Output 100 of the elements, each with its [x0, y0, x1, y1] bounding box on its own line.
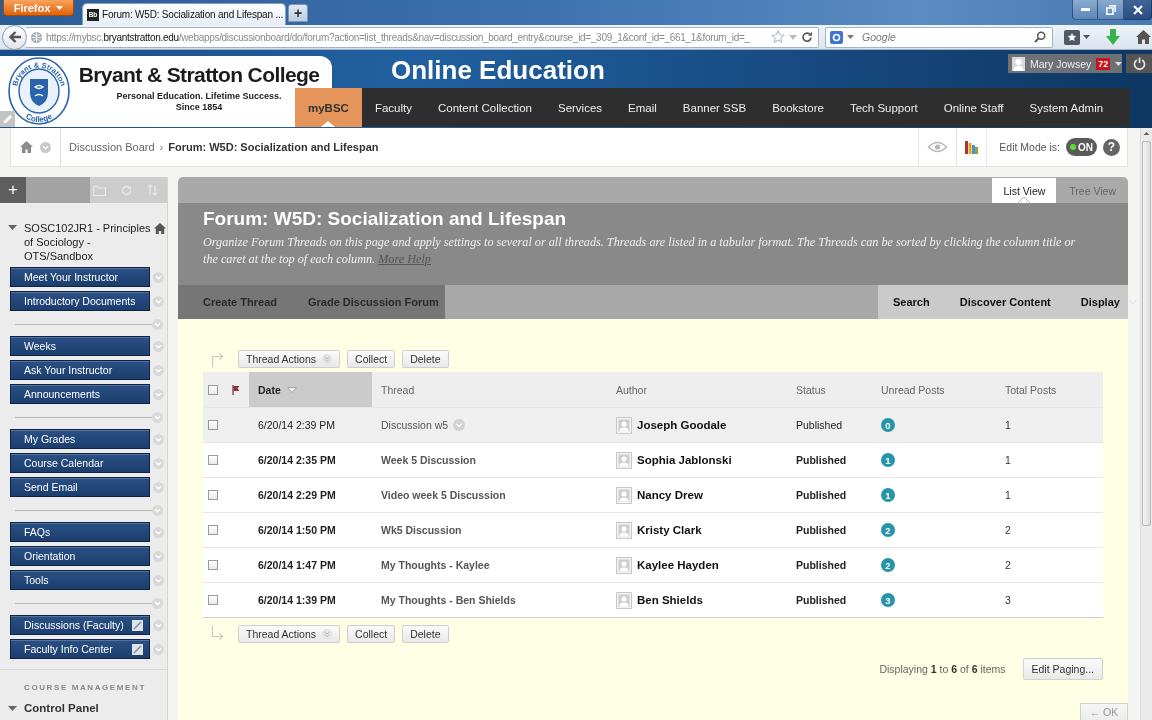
table-action-button[interactable]: Thread Actions — [238, 350, 341, 368]
unread-count[interactable]: 2 — [881, 523, 895, 537]
chevron-icon[interactable] — [40, 141, 51, 153]
reload-icon[interactable] — [801, 31, 813, 43]
course-menu-link[interactable]: Introductory Documents — [10, 291, 150, 311]
unread-count[interactable]: 1 — [881, 453, 895, 467]
caret-icon[interactable] — [8, 223, 17, 232]
row-checkbox[interactable] — [208, 525, 218, 535]
menu-tab[interactable]: Bookstore — [759, 88, 837, 127]
row-checkbox[interactable] — [208, 420, 218, 430]
new-tab-button[interactable]: + — [288, 4, 308, 22]
bookmarks-icon[interactable] — [1064, 29, 1080, 45]
chevron-icon[interactable] — [153, 340, 164, 352]
sort-icon[interactable] — [147, 184, 158, 196]
tool-link[interactable]: Search — [893, 296, 930, 308]
course-menu-link[interactable]: Orientation — [10, 546, 150, 566]
thread-title-link[interactable]: Week 5 Discussion — [381, 454, 476, 466]
table-action-button[interactable]: Delete — [402, 625, 449, 643]
caret-icon[interactable] — [847, 35, 854, 39]
chevron-icon[interactable] — [153, 526, 164, 538]
row-checkbox[interactable] — [208, 560, 218, 570]
column-header[interactable]: Unread Posts — [872, 372, 996, 407]
thread-title-link[interactable]: Video week 5 Discussion — [381, 489, 506, 501]
breadcrumb-link[interactable]: Discussion Board — [69, 141, 155, 153]
column-header[interactable]: Author — [607, 372, 787, 407]
column-header[interactable]: Status — [787, 372, 872, 407]
course-menu-link[interactable]: Announcements — [10, 384, 150, 404]
chevron-icon[interactable] — [153, 481, 164, 493]
download-arrow-icon[interactable] — [1106, 29, 1120, 45]
caret-icon[interactable] — [8, 703, 17, 713]
course-menu-link[interactable]: Meet Your Instructor — [10, 267, 150, 287]
course-menu-link[interactable]: Ask Your Instructor — [10, 360, 150, 380]
minimize-button[interactable] — [1072, 0, 1098, 20]
table-action-button[interactable]: Collect — [347, 625, 396, 643]
add-menu-item-button[interactable]: + — [0, 177, 26, 203]
chevron-icon[interactable] — [153, 550, 164, 562]
menu-tab[interactable]: Online Staff — [930, 88, 1017, 127]
chevron-icon[interactable] — [152, 319, 163, 330]
table-action-button[interactable]: Thread Actions — [238, 625, 341, 643]
eye-icon[interactable] — [927, 140, 949, 154]
thread-title-link[interactable]: Discussion w5 — [381, 419, 449, 431]
unread-count[interactable]: 3 — [881, 593, 895, 607]
course-menu-link[interactable]: Faculty Info Center — [10, 639, 150, 659]
chevron-icon[interactable] — [153, 388, 164, 400]
column-header[interactable]: Date — [249, 372, 372, 407]
menu-tab[interactable]: myBSC — [295, 88, 362, 127]
course-menu-link[interactable]: Tools — [10, 570, 150, 590]
chevron-icon[interactable] — [153, 433, 164, 445]
logout-button[interactable] — [1126, 54, 1152, 73]
restore-button[interactable] — [1098, 0, 1124, 20]
select-all-checkbox[interactable] — [208, 384, 218, 395]
folder-icon[interactable] — [93, 184, 106, 196]
chevron-icon[interactable] — [153, 271, 164, 283]
view-tab[interactable]: List View — [992, 178, 1057, 203]
menu-tab[interactable]: Faculty — [361, 88, 425, 127]
menu-tab[interactable]: Email — [615, 88, 670, 127]
home-icon[interactable] — [1136, 30, 1151, 44]
chevron-icon[interactable] — [153, 364, 164, 376]
chevron-icon[interactable] — [152, 505, 163, 516]
search-icon[interactable] — [1034, 31, 1046, 43]
chevron-icon[interactable] — [152, 412, 163, 423]
unread-count[interactable]: 1 — [881, 488, 895, 502]
caret-icon[interactable] — [1083, 35, 1090, 39]
course-menu-link[interactable]: Course Calendar — [10, 453, 150, 473]
thread-title-link[interactable]: Wk5 Discussion — [381, 524, 462, 536]
chevron-icon[interactable] — [153, 295, 164, 307]
menu-tab[interactable]: Content Collection — [425, 88, 545, 127]
menu-tab[interactable]: Services — [544, 88, 616, 127]
edit-mode-toggle[interactable]: ON — [1066, 138, 1097, 156]
home-icon[interactable] — [20, 141, 33, 153]
chevron-icon[interactable] — [153, 643, 164, 655]
thread-title-link[interactable]: My Thoughts - Kaylee — [381, 559, 490, 571]
edit-paging-button[interactable]: Edit Paging... — [1022, 658, 1103, 680]
chevron-icon[interactable] — [453, 419, 466, 431]
row-checkbox[interactable] — [208, 490, 218, 500]
course-menu-link[interactable]: My Grades — [10, 429, 150, 449]
course-title[interactable]: SOSC102JR1 - Principles of Sociology - OTS/Sandbox — [24, 221, 154, 263]
unread-count[interactable]: 0 — [881, 418, 895, 432]
scrollbar-thumb[interactable] — [1142, 141, 1151, 526]
table-action-button[interactable]: Delete — [402, 350, 449, 368]
chevron-icon[interactable] — [152, 598, 163, 609]
refresh-icon[interactable] — [121, 184, 132, 196]
search-field[interactable]: Google — [825, 26, 1053, 48]
unread-count[interactable]: 2 — [881, 558, 895, 572]
column-header[interactable]: Total Posts — [996, 372, 1103, 407]
table-action-button[interactable]: Collect — [347, 350, 396, 368]
bookmark-star-icon[interactable] — [771, 30, 785, 44]
tool-link[interactable]: Display — [1080, 296, 1137, 308]
flag-icon[interactable] — [232, 384, 240, 395]
course-menu-link[interactable]: Weeks — [10, 336, 150, 356]
help-button[interactable]: ? — [1103, 138, 1120, 156]
menu-tab[interactable]: Banner SSB — [669, 88, 760, 127]
chevron-icon[interactable] — [153, 574, 164, 586]
control-panel-link[interactable]: Control Panel — [24, 701, 99, 715]
row-checkbox[interactable] — [208, 455, 218, 465]
course-menu-link[interactable]: Send Email — [10, 477, 150, 497]
color-swatches-icon[interactable] — [965, 140, 979, 154]
user-menu[interactable]: Mary Jowsey 72 — [1008, 54, 1122, 73]
column-header[interactable]: Thread — [372, 372, 607, 407]
chevron-icon[interactable] — [153, 619, 164, 631]
